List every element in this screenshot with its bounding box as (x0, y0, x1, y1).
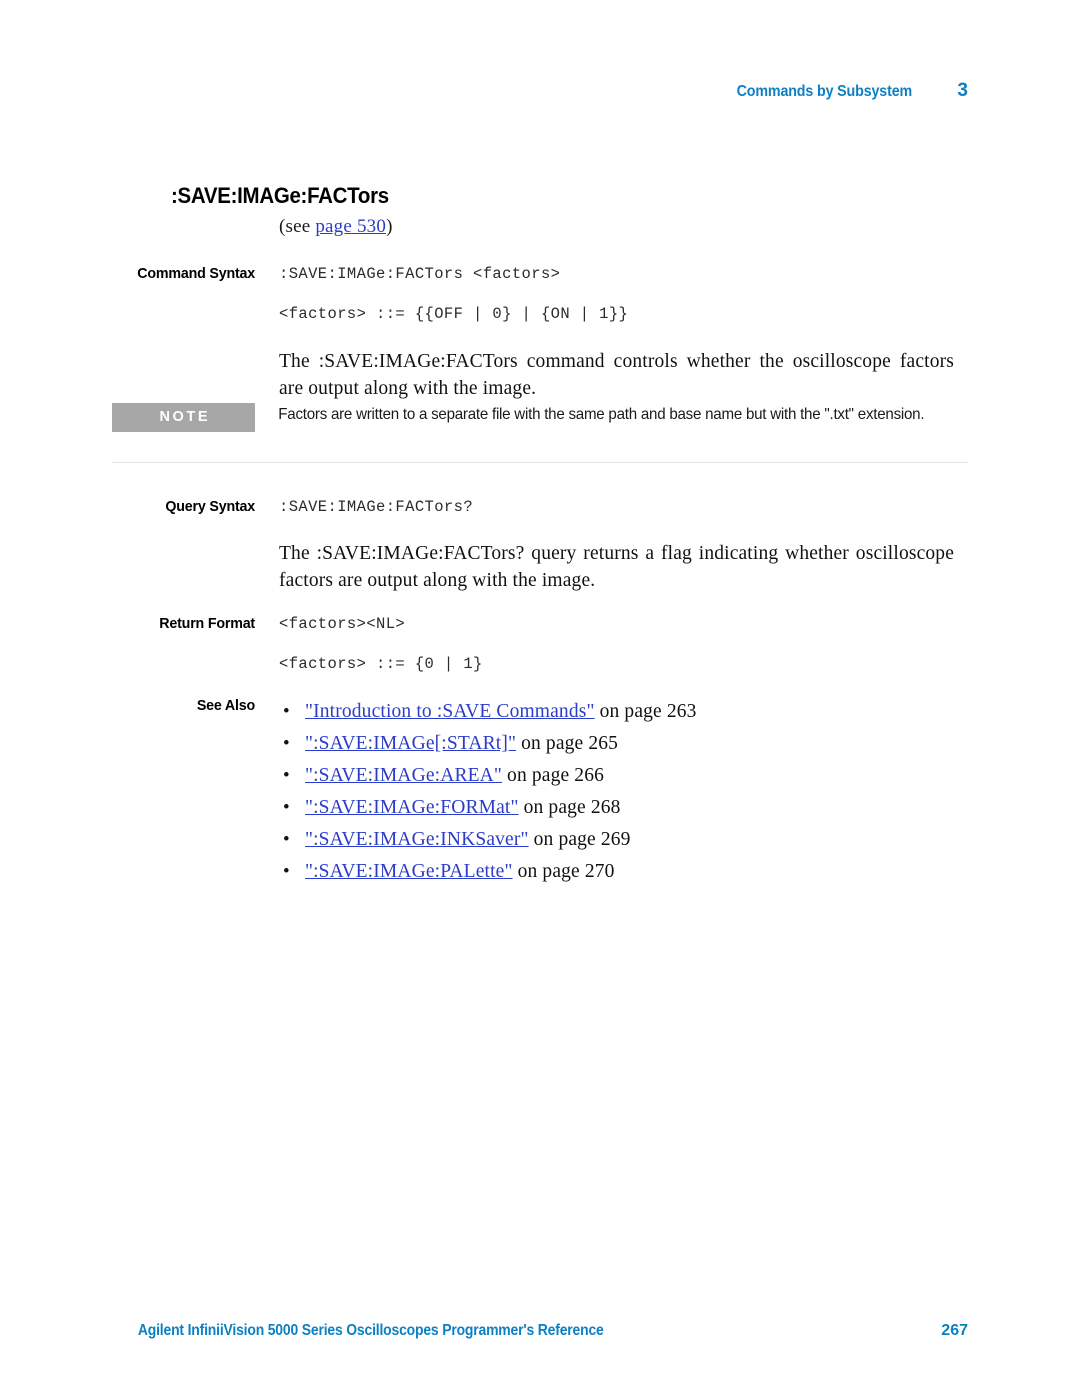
query-syntax-label: Query Syntax (165, 498, 255, 515)
see-page-prefix: (see (279, 216, 316, 237)
page-footer: Agilent InfiniiVision 5000 Series Oscill… (112, 1322, 968, 1340)
see-also-page-ref: on page 266 (502, 765, 605, 786)
note-block: NOTE Factors are written to a separate f… (0, 403, 1080, 432)
see-also-link[interactable]: ":SAVE:IMAGe:AREA" (305, 765, 502, 786)
see-also-link[interactable]: ":SAVE:IMAGe:PALette" (305, 861, 513, 882)
bullet-icon: • (283, 829, 290, 850)
footer-page-number: 267 (941, 1322, 968, 1339)
query-description-label-spacer (13, 540, 255, 541)
list-item[interactable]: • ":SAVE:IMAGe:INKSaver" on page 269 (279, 824, 930, 856)
command-description-row: The :SAVE:IMAGe:FACTors command controls… (0, 348, 1080, 402)
header-chapter-number: 3 (957, 80, 968, 101)
query-syntax-row: Query Syntax :SAVE:IMAGe:FACTors? (0, 497, 1080, 517)
see-also-page-ref: on page 263 (594, 701, 697, 722)
return-format-line-1: <factors><NL> (279, 615, 406, 633)
command-description-label-spacer (13, 348, 255, 349)
see-also-page-ref: on page 270 (512, 861, 615, 882)
command-description: The :SAVE:IMAGe:FACTors command controls… (279, 351, 954, 399)
command-syntax-label: Command Syntax (137, 265, 255, 282)
list-item[interactable]: • ":SAVE:IMAGe:PALette" on page 270 (279, 856, 930, 888)
see-also-link[interactable]: ":SAVE:IMAGe:FORMat" (305, 797, 519, 818)
bullet-icon: • (283, 733, 290, 754)
page-title: :SAVE:IMAGe:FACTors (171, 182, 389, 208)
see-also-page-ref: on page 269 (528, 829, 631, 850)
see-page-line: (see page 530) (279, 214, 930, 240)
see-also-list: • "Introduction to :SAVE Commands" on pag… (279, 696, 930, 888)
query-syntax-line-1: :SAVE:IMAGe:FACTors? (279, 498, 474, 516)
lower-content: Query Syntax :SAVE:IMAGe:FACTors? The :S… (0, 497, 1080, 888)
see-also-page-ref: on page 268 (518, 797, 621, 818)
bullet-icon: • (283, 797, 290, 818)
see-also-link[interactable]: ":SAVE:IMAGe[:STARt]" (305, 733, 516, 754)
see-page-link[interactable]: page 530 (315, 216, 386, 237)
running-header: Commands by Subsystem 3 (112, 80, 968, 106)
header-chapter-title: Commands by Subsystem (736, 83, 913, 100)
return-format-row: Return Format <factors><NL> <factors> ::… (0, 614, 1080, 674)
return-format-line-2: <factors> ::= {0 | 1} (279, 655, 483, 673)
see-also-page-ref: on page 265 (516, 733, 619, 754)
return-format-label: Return Format (159, 615, 255, 632)
bullet-icon: • (283, 701, 290, 722)
see-page-suffix: ) (386, 216, 393, 237)
main-content: (see page 530) Command Syntax :SAVE:IMAG… (0, 214, 1080, 402)
list-item[interactable]: • ":SAVE:IMAGe:AREA" on page 266 (279, 760, 930, 792)
see-also-label: See Also (196, 697, 255, 714)
see-also-link[interactable]: ":SAVE:IMAGe:INKSaver" (305, 829, 529, 850)
see-page-row: (see page 530) (0, 214, 1080, 240)
list-item[interactable]: • ":SAVE:IMAGe:FORMat" on page 268 (279, 792, 930, 824)
command-syntax-line-2: <factors> ::= {{OFF | 0} | {ON | 1}} (279, 305, 629, 323)
query-description-row: The :SAVE:IMAGe:FACTors? query returns a… (0, 540, 1080, 594)
document-page: Commands by Subsystem 3 :SAVE:IMAGe:FACT… (0, 0, 1080, 1397)
command-syntax-row: Command Syntax :SAVE:IMAGe:FACTors <fact… (0, 264, 1080, 324)
see-page-label-spacer (13, 214, 255, 215)
see-also-link[interactable]: "Introduction to :SAVE Commands" (305, 701, 595, 722)
command-syntax-line-1: :SAVE:IMAGe:FACTors <factors> (279, 265, 561, 283)
section-divider (112, 462, 968, 463)
bullet-icon: • (283, 861, 290, 882)
bullet-icon: • (283, 765, 290, 786)
see-also-row: See Also • "Introduction to :SAVE Command… (0, 696, 1080, 888)
list-item[interactable]: • ":SAVE:IMAGe[:STARt]" on page 265 (279, 728, 930, 760)
query-description: The :SAVE:IMAGe:FACTors? query returns a… (279, 543, 954, 591)
list-item[interactable]: • "Introduction to :SAVE Commands" on pag… (279, 696, 930, 728)
note-badge: NOTE (112, 403, 255, 432)
footer-title: Agilent InfiniiVision 5000 Series Oscill… (137, 1322, 604, 1339)
note-text: Factors are written to a separate file w… (278, 406, 925, 423)
